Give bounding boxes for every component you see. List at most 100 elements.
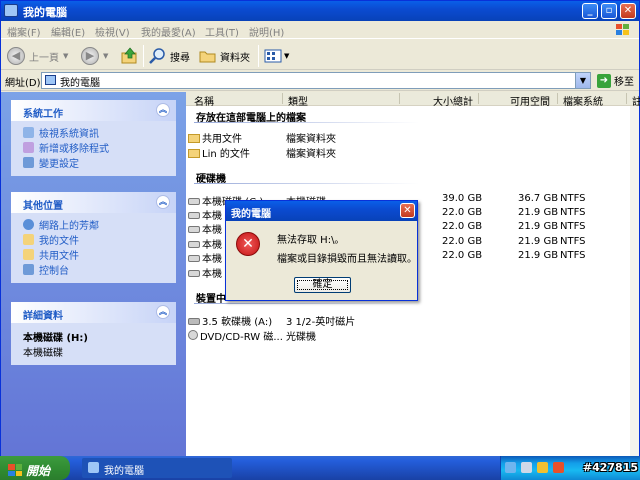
menu-tools[interactable]: 工具(T) <box>205 24 239 39</box>
column-separator[interactable] <box>557 93 558 104</box>
go-label: 移至 <box>614 77 634 88</box>
dialog-title: 我的電腦 <box>231 209 271 220</box>
menu-file[interactable]: 檔案(F) <box>7 24 41 39</box>
other-places-header[interactable]: 其他位置 ︽ <box>11 192 176 213</box>
windows-logo-icon <box>616 24 629 35</box>
other-places-title: 其他位置 <box>23 201 63 212</box>
details-name: 本機磁碟 (H:) <box>23 333 88 344</box>
link-label: 控制台 <box>39 266 69 277</box>
network-places-link[interactable]: 網路上的芳鄰 <box>23 217 176 232</box>
details-panel: 詳細資料 ︽ 本機磁碟 (H:) 本機磁碟 <box>11 302 176 365</box>
column-separator[interactable] <box>282 93 283 104</box>
folder-icon <box>23 234 34 245</box>
list-item[interactable]: 3.5 軟碟機 (A:) 3 1/2-英吋磁片 <box>188 312 628 328</box>
close-button[interactable]: ✕ <box>620 3 636 19</box>
menu-help[interactable]: 說明(H) <box>249 24 284 39</box>
my-documents-link[interactable]: 我的文件 <box>23 232 176 247</box>
section-divider <box>194 303 419 304</box>
title-bar[interactable]: 我的電腦 _ ▫ ✕ <box>1 1 639 21</box>
programs-icon <box>23 142 34 153</box>
item-type: 光碟機 <box>286 332 316 343</box>
collapse-chevron-icon[interactable]: ︽ <box>156 195 170 209</box>
back-arrow-icon: ◀ <box>7 47 25 65</box>
start-label: 開始 <box>26 463 51 478</box>
collapse-chevron-icon[interactable]: ︽ <box>156 305 170 319</box>
network-tray-icon[interactable] <box>505 462 516 473</box>
dialog-close-button[interactable]: ✕ <box>400 203 415 218</box>
item-total: 22.0 GB <box>442 236 483 247</box>
maximize-button[interactable]: ▫ <box>601 3 617 19</box>
add-remove-programs-link[interactable]: 新增或移除程式 <box>23 140 176 155</box>
dialog-message-line2: 檔案或目錄損毀而且無法讀取。 <box>277 254 417 265</box>
search-label: 搜尋 <box>170 52 190 64</box>
up-folder-button[interactable] <box>121 46 139 66</box>
section-divider <box>194 183 419 184</box>
control-panel-icon <box>23 157 34 168</box>
address-input[interactable]: 我的電腦 ▼ <box>41 72 591 89</box>
hard-drive-icon <box>188 212 200 219</box>
toolbar: ◀ 上一頁 ▼ ▶ ▼ 搜尋 資料夾 ▼ <box>1 40 639 70</box>
item-total: 22.0 GB <box>442 250 483 261</box>
folders-button[interactable]: 資料夾 <box>199 46 250 66</box>
item-fs: NTFS <box>560 193 586 204</box>
item-name: 本機 <box>202 269 222 280</box>
column-separator[interactable] <box>626 93 627 104</box>
system-tasks-title: 系統工作 <box>23 109 63 120</box>
column-total-size[interactable]: 大小總計 <box>433 93 473 108</box>
back-button[interactable]: ◀ 上一頁 ▼ <box>7 46 68 66</box>
details-type: 本機磁碟 <box>23 348 63 359</box>
column-separator[interactable] <box>478 93 479 104</box>
go-button[interactable]: ➜ 移至 <box>597 73 634 88</box>
item-total: 22.0 GB <box>442 207 483 218</box>
column-headers: 名稱 類型 大小總計 可用空間 檔案系統 註 <box>186 92 640 108</box>
column-free-space[interactable]: 可用空間 <box>510 93 550 108</box>
forward-button[interactable]: ▶ ▼ <box>81 46 108 66</box>
item-type: 檔案資料夾 <box>286 149 336 160</box>
column-separator[interactable] <box>399 93 400 104</box>
link-label: 網路上的芳鄰 <box>39 221 99 232</box>
list-item[interactable]: DVD/CD-RW 磁... 光碟機 <box>188 327 628 343</box>
column-type[interactable]: 類型 <box>288 93 308 108</box>
hard-drive-icon <box>188 198 200 205</box>
folder-icon <box>199 51 216 63</box>
column-filesystem[interactable]: 檔案系統 <box>563 93 603 108</box>
item-fs: NTFS <box>560 250 586 261</box>
address-dropdown-button[interactable]: ▼ <box>575 73 590 88</box>
keyboard-tray-icon[interactable] <box>521 462 532 473</box>
network-icon <box>23 219 34 230</box>
minimize-button[interactable]: _ <box>582 3 598 19</box>
error-icon: ✕ <box>236 232 260 256</box>
views-button[interactable]: ▼ <box>264 46 289 66</box>
control-panel-link[interactable]: 控制台 <box>23 262 176 277</box>
tray-app-icon[interactable] <box>537 462 548 473</box>
list-item[interactable]: 共用文件 檔案資料夾 <box>188 129 628 145</box>
view-system-info-link[interactable]: 檢視系統資訊 <box>23 125 176 140</box>
link-label: 共用文件 <box>39 251 79 262</box>
start-button[interactable]: 開始 <box>0 456 70 480</box>
list-item[interactable]: Lin 的文件 檔案資料夾 <box>188 144 628 160</box>
shared-documents-link[interactable]: 共用文件 <box>23 247 176 262</box>
details-header[interactable]: 詳細資料 ︽ <box>11 302 176 323</box>
item-name: DVD/CD-RW 磁... <box>200 332 283 343</box>
link-label: 新增或移除程式 <box>39 144 109 155</box>
menu-edit[interactable]: 編輯(E) <box>51 24 85 39</box>
back-label: 上一頁 <box>29 52 59 64</box>
control-panel-icon <box>23 264 34 275</box>
up-folder-icon <box>121 47 137 64</box>
search-button[interactable]: 搜尋 <box>149 46 190 66</box>
item-fs: NTFS <box>560 207 586 218</box>
dialog-title-bar[interactable]: 我的電腦 ✕ <box>226 201 417 221</box>
column-name[interactable]: 名稱 <box>194 93 214 108</box>
ok-button[interactable]: 確定 <box>294 277 351 293</box>
system-tasks-header[interactable]: 系統工作 ︽ <box>11 100 176 121</box>
menu-favorites[interactable]: 我的最愛(A) <box>141 24 196 39</box>
address-value: 我的電腦 <box>60 78 100 89</box>
item-total: 39.0 GB <box>442 193 483 204</box>
taskbar-item-my-computer[interactable]: 我的電腦 <box>82 458 232 478</box>
security-tray-icon[interactable] <box>553 462 564 473</box>
change-settings-link[interactable]: 變更設定 <box>23 155 176 170</box>
vertical-scrollbar[interactable] <box>630 106 639 456</box>
menu-view[interactable]: 檢視(V) <box>95 24 130 39</box>
collapse-chevron-icon[interactable]: ︽ <box>156 103 170 117</box>
item-type: 檔案資料夾 <box>286 134 336 145</box>
